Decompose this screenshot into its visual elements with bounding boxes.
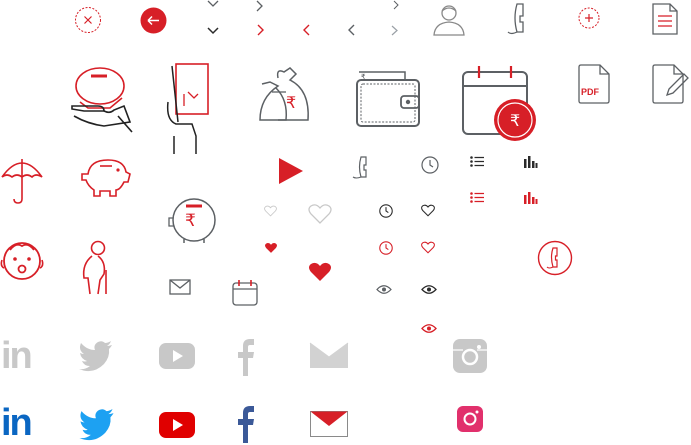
- eye-icon[interactable]: [421, 284, 437, 295]
- user-icon: [431, 3, 467, 36]
- chevron-right-icon[interactable]: [393, 0, 399, 10]
- plus-circle-icon[interactable]: [578, 7, 600, 29]
- hand-holding-invoice-icon: [166, 62, 216, 156]
- bar-chart-icon[interactable]: [523, 155, 538, 168]
- clock-icon: [421, 156, 439, 174]
- twitter-icon[interactable]: [79, 341, 113, 372]
- heart-icon[interactable]: [308, 203, 332, 225]
- heart-icon[interactable]: [421, 204, 435, 217]
- heart-icon[interactable]: [264, 242, 278, 254]
- chevron-right-icon[interactable]: [391, 25, 399, 36]
- bar-chart-icon[interactable]: [523, 191, 538, 204]
- chevron-left-icon[interactable]: [347, 24, 355, 36]
- back-arrow-circle-icon[interactable]: [140, 7, 167, 34]
- chevron-left-icon[interactable]: [302, 24, 310, 36]
- linkedin-icon[interactable]: in: [1, 401, 33, 445]
- rupee-symbol: ₹: [510, 113, 521, 130]
- linkedin-icon[interactable]: in: [1, 332, 33, 380]
- piggy-bank-hand-icon: [70, 64, 134, 138]
- edit-file-icon[interactable]: [651, 63, 689, 105]
- facebook-icon[interactable]: [237, 338, 255, 376]
- chevron-right-icon[interactable]: [257, 24, 265, 36]
- document-icon[interactable]: [651, 2, 679, 36]
- chevron-right-icon[interactable]: [256, 0, 264, 12]
- pdf-label: PDF: [581, 87, 599, 97]
- phone-icon[interactable]: [507, 2, 529, 36]
- piggy-bank-icon: [80, 156, 132, 198]
- instagram-icon[interactable]: [453, 339, 487, 373]
- instagram-icon[interactable]: [457, 406, 483, 432]
- clock-icon: [379, 241, 393, 255]
- phone-circle-icon[interactable]: [537, 240, 573, 276]
- rupee-symbol: ₹: [286, 95, 297, 112]
- mail-icon[interactable]: [169, 279, 191, 295]
- list-icon[interactable]: [470, 156, 484, 167]
- rupee-symbol: ₹: [185, 211, 196, 230]
- heart-icon[interactable]: [308, 261, 332, 283]
- list-icon[interactable]: [470, 192, 484, 203]
- eye-icon[interactable]: [376, 284, 392, 295]
- clock-icon: [379, 204, 393, 218]
- eye-icon[interactable]: [421, 323, 437, 334]
- phone-icon[interactable]: [352, 156, 374, 180]
- mail-icon[interactable]: [310, 411, 348, 437]
- close-circle-icon[interactable]: [74, 6, 102, 34]
- play-icon[interactable]: [278, 157, 304, 185]
- youtube-icon[interactable]: [159, 412, 195, 438]
- chevron-down-icon[interactable]: [207, 0, 219, 8]
- facebook-icon[interactable]: [237, 405, 255, 443]
- twitter-icon[interactable]: [79, 409, 115, 441]
- umbrella-icon: [0, 155, 44, 205]
- baby-icon: [0, 240, 44, 282]
- chevron-down-icon[interactable]: [207, 27, 219, 35]
- calendar-rupee-icon: [461, 64, 541, 142]
- elderly-person-icon: [78, 240, 114, 296]
- heart-icon[interactable]: [264, 205, 277, 217]
- calendar-icon[interactable]: [231, 279, 259, 307]
- heart-icon[interactable]: [421, 241, 435, 254]
- pdf-file-icon[interactable]: [577, 63, 611, 105]
- youtube-icon[interactable]: [159, 343, 195, 369]
- wallet-icon: ₹: [355, 66, 421, 128]
- mail-icon[interactable]: [309, 342, 349, 368]
